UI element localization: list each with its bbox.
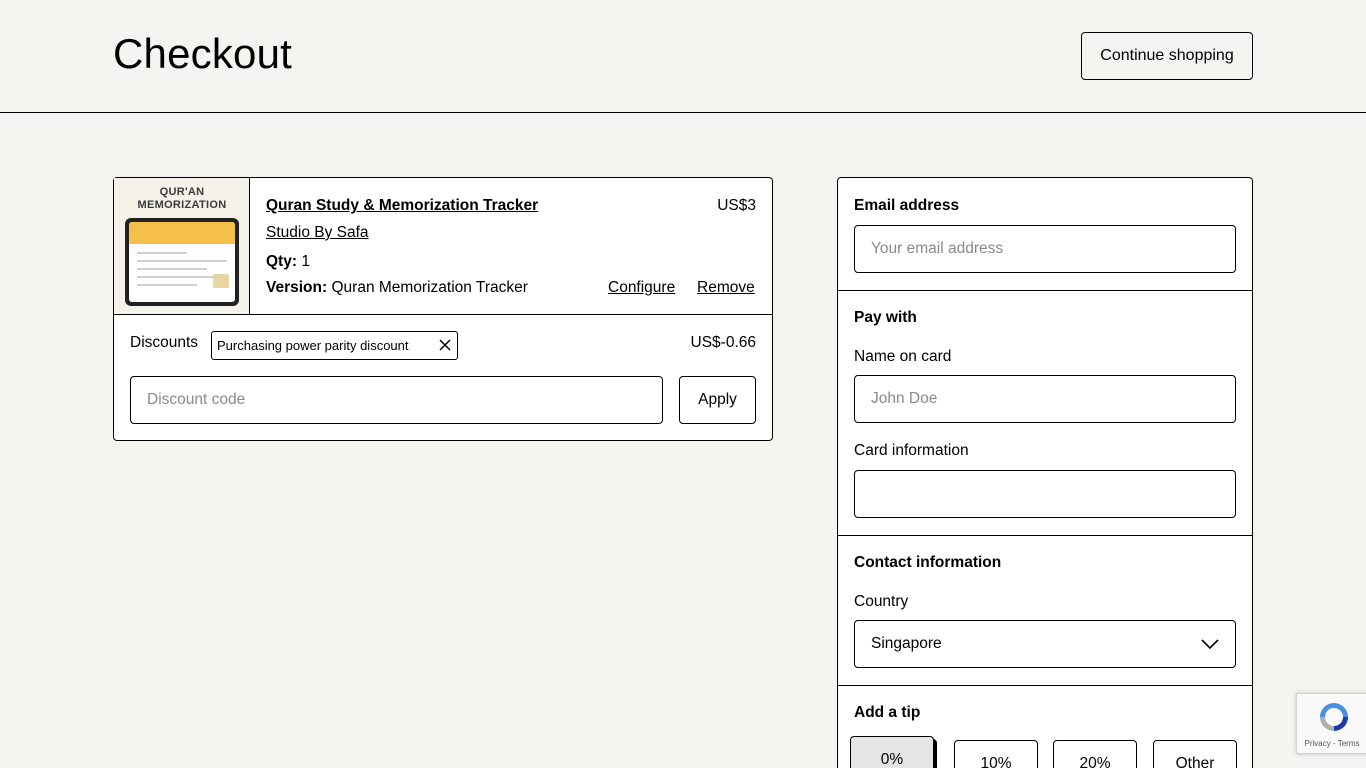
pay-with-section: Pay with Name on card Card information <box>838 291 1252 536</box>
tip-option-10[interactable]: 10% <box>954 740 1038 768</box>
contact-heading: Contact information <box>854 554 1002 571</box>
discount-chip-label: Purchasing power parity discount <box>217 338 409 353</box>
cart-item: QUR'AN MEMORIZATION Quran Study & Memori… <box>114 178 772 315</box>
remove-link[interactable]: Remove <box>697 279 755 297</box>
discount-amount: US$-0.66 <box>690 334 756 351</box>
payment-panel: Email address Pay with Name on card Card… <box>837 177 1253 768</box>
recaptcha-icon <box>1320 703 1348 731</box>
discount-chip: Purchasing power parity discount <box>211 331 458 360</box>
card-information-label: Card information <box>854 442 969 459</box>
email-input[interactable] <box>854 225 1236 273</box>
cart-summary: QUR'AN MEMORIZATION Quran Study & Memori… <box>113 177 773 441</box>
product-title-link[interactable]: Quran Study & Memorization Tracker <box>266 197 538 215</box>
chevron-down-icon <box>1201 639 1219 650</box>
seller-link[interactable]: Studio By Safa <box>266 224 369 242</box>
discount-code-input[interactable] <box>130 376 663 424</box>
item-price: US$3 <box>717 197 756 214</box>
page-header: Checkout Continue shopping <box>0 0 1366 113</box>
discounts-label: Discounts <box>130 334 199 351</box>
recaptcha-badge[interactable]: Privacy - Terms <box>1296 693 1366 754</box>
apply-discount-button[interactable]: Apply <box>679 376 756 424</box>
tip-heading: Add a tip <box>854 704 921 721</box>
version-label: Version: <box>266 279 328 296</box>
tip-option-0[interactable]: 0% <box>850 736 934 768</box>
tablet-illustration <box>125 218 239 306</box>
pay-with-heading: Pay with <box>854 309 917 326</box>
tip-section: Add a tip 0% 10% 20% Other <box>838 686 1252 768</box>
tip-option-other[interactable]: Other <box>1153 740 1237 768</box>
qty-value: 1 <box>301 253 310 270</box>
item-version: Version: Quran Memorization Tracker <box>266 279 528 297</box>
contact-section: Contact information Country Singapore <box>838 536 1252 686</box>
close-icon[interactable] <box>438 338 452 352</box>
email-heading: Email address <box>854 197 960 214</box>
version-value: Quran Memorization Tracker <box>331 279 528 296</box>
country-select[interactable]: Singapore <box>854 620 1236 668</box>
continue-shopping-button[interactable]: Continue shopping <box>1081 32 1253 80</box>
tip-option-20[interactable]: 20% <box>1053 740 1137 768</box>
email-section: Email address <box>838 178 1252 291</box>
name-on-card-label: Name on card <box>854 348 952 365</box>
country-value: Singapore <box>871 635 942 652</box>
item-quantity: Qty: 1 <box>266 253 310 271</box>
name-on-card-input[interactable] <box>854 375 1236 423</box>
thumbnail-text: QUR'AN MEMORIZATION <box>137 186 227 211</box>
qty-label: Qty: <box>266 253 297 270</box>
country-label: Country <box>854 593 909 610</box>
product-thumbnail[interactable]: QUR'AN MEMORIZATION <box>114 178 250 314</box>
card-information-input[interactable] <box>854 470 1236 518</box>
page-title: Checkout <box>113 30 293 77</box>
recaptcha-links[interactable]: Privacy - Terms <box>1297 739 1366 748</box>
configure-link[interactable]: Configure <box>608 279 675 297</box>
